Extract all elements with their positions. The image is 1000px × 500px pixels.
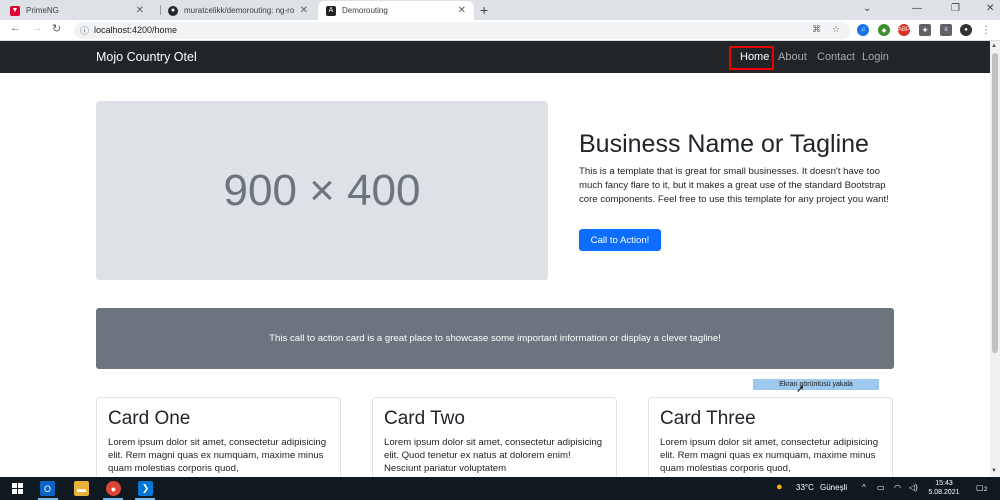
reading-list-icon[interactable]: ≡ <box>940 24 952 36</box>
new-tab-button[interactable]: + <box>480 2 488 18</box>
tab-search-icon[interactable]: ⌄ <box>863 3 871 14</box>
site-navbar: Mojo Country Otel Home About Contact Log… <box>0 41 990 73</box>
file-explorer-icon[interactable]: ▬ <box>74 481 89 496</box>
clock-time: 15:43 <box>935 480 953 487</box>
placeholder-label: 900 × 400 <box>223 165 421 215</box>
screenshot-tooltip: Ekran görüntüsü yakala <box>753 379 879 390</box>
chrome-icon[interactable]: ● <box>106 481 121 496</box>
browser-toolbar: ← → ↻ ⓘ localhost:4200/home ⌘ ☆ ♫ ◆ ABP … <box>0 20 1000 41</box>
call-to-action-card: This call to action card is a great plac… <box>96 308 894 369</box>
weather-temp[interactable]: 33°C <box>796 483 814 492</box>
home-highlight-box <box>729 46 774 70</box>
page-scrollbar[interactable]: ▲ ▼ <box>990 41 1000 477</box>
close-icon[interactable]: ✕ <box>300 5 308 16</box>
tab-primeng[interactable]: ▼ PrimeNG ✕ <box>2 1 152 20</box>
battery-icon[interactable]: ▭ <box>877 483 885 492</box>
restore-button[interactable]: ❐ <box>951 3 960 14</box>
card-title: Card One <box>108 408 191 429</box>
hero-image-placeholder: 900 × 400 <box>96 101 548 280</box>
headphones-extension-icon[interactable]: ♫ <box>857 24 869 36</box>
address-bar[interactable]: ⓘ localhost:4200/home ⌘ ☆ <box>74 22 850 39</box>
card-text: Lorem ipsum dolor sit amet, consectetur … <box>384 437 603 474</box>
tab-title: PrimeNG <box>26 6 59 15</box>
notification-icon[interactable]: ▢ <box>976 483 984 492</box>
card-two: Card Two Lorem ipsum dolor sit amet, con… <box>372 397 617 487</box>
shield-extension-icon[interactable]: ◆ <box>878 24 890 36</box>
weather-sun-icon[interactable]: ● <box>776 481 783 493</box>
windows-start-icon[interactable] <box>10 481 25 496</box>
card-three: Card Three Lorem ipsum dolor sit amet, c… <box>648 397 893 487</box>
tab-github[interactable]: ● muratcelikk/demorouting: ng-ro ✕ <box>160 1 316 20</box>
weather-desc[interactable]: Güneşli <box>820 483 847 492</box>
translate-icon[interactable]: ⌘ <box>812 24 821 35</box>
reload-icon[interactable]: ↻ <box>52 22 61 35</box>
brand-logo[interactable]: Mojo Country Otel <box>96 50 197 64</box>
site-info-icon[interactable]: ⓘ <box>80 24 89 37</box>
nav-login[interactable]: Login <box>862 51 889 63</box>
cta-card-text: This call to action card is a great plac… <box>269 333 721 344</box>
angular-icon: A <box>326 5 336 16</box>
card-text: Lorem ipsum dolor sit amet, consectetur … <box>660 437 879 474</box>
volume-icon[interactable]: ◁) <box>909 483 918 492</box>
tray-chevron-icon[interactable]: ^ <box>862 483 866 492</box>
scroll-thumb[interactable] <box>992 53 998 353</box>
extensions-puzzle-icon[interactable]: ✚ <box>919 24 931 36</box>
bookmark-star-icon[interactable]: ☆ <box>832 24 840 35</box>
primeng-icon: ▼ <box>10 5 20 16</box>
back-icon[interactable]: ← <box>10 22 21 34</box>
card-text: Lorem ipsum dolor sit amet, consectetur … <box>108 437 327 474</box>
close-icon[interactable]: ✕ <box>458 5 466 16</box>
card-title: Card Two <box>384 408 465 429</box>
hero-description: This is a template that is great for sma… <box>579 166 889 205</box>
system-clock[interactable]: 15:43 5.08.2021 <box>924 479 964 497</box>
menu-kebab-icon[interactable]: ⋮ <box>980 24 992 36</box>
hero-title: Business Name or Tagline <box>579 130 869 158</box>
minimize-button[interactable]: — <box>912 3 922 14</box>
mouse-cursor-icon: ➚ <box>796 384 805 395</box>
close-icon[interactable]: ✕ <box>136 5 144 16</box>
notification-count: 2 <box>984 487 988 493</box>
windows-taskbar: O ▬ ● ❯ ● 33°C Güneşli ^ ▭ ◠ ◁) 15:43 5.… <box>0 477 1000 500</box>
outlook-icon[interactable]: O <box>40 481 55 496</box>
scroll-up-icon[interactable]: ▲ <box>991 43 997 49</box>
vscode-icon[interactable]: ❯ <box>138 481 153 496</box>
forward-icon[interactable]: → <box>32 22 43 34</box>
network-icon[interactable]: ◠ <box>894 483 901 492</box>
tab-title: Demorouting <box>342 6 388 15</box>
nav-contact[interactable]: Contact <box>817 51 855 63</box>
scroll-down-icon[interactable]: ▼ <box>991 468 997 474</box>
tab-demorouting[interactable]: A Demorouting ✕ <box>318 1 474 20</box>
clock-date: 5.08.2021 <box>928 489 960 496</box>
close-window-button[interactable]: ✕ <box>986 3 994 14</box>
github-icon: ● <box>168 5 178 16</box>
card-one: Card One Lorem ipsum dolor sit amet, con… <box>96 397 341 487</box>
nav-about[interactable]: About <box>778 51 807 63</box>
card-title: Card Three <box>660 408 756 429</box>
avatar[interactable]: ● <box>960 24 972 36</box>
adblock-extension-icon[interactable]: ABP <box>898 24 910 36</box>
url-text[interactable]: localhost:4200/home <box>94 25 177 35</box>
call-to-action-button[interactable]: Call to Action! <box>579 229 661 251</box>
browser-tab-strip: ▼ PrimeNG ✕ ● muratcelikk/demorouting: n… <box>0 0 1000 20</box>
tab-title: muratcelikk/demorouting: ng-ro <box>184 6 295 15</box>
